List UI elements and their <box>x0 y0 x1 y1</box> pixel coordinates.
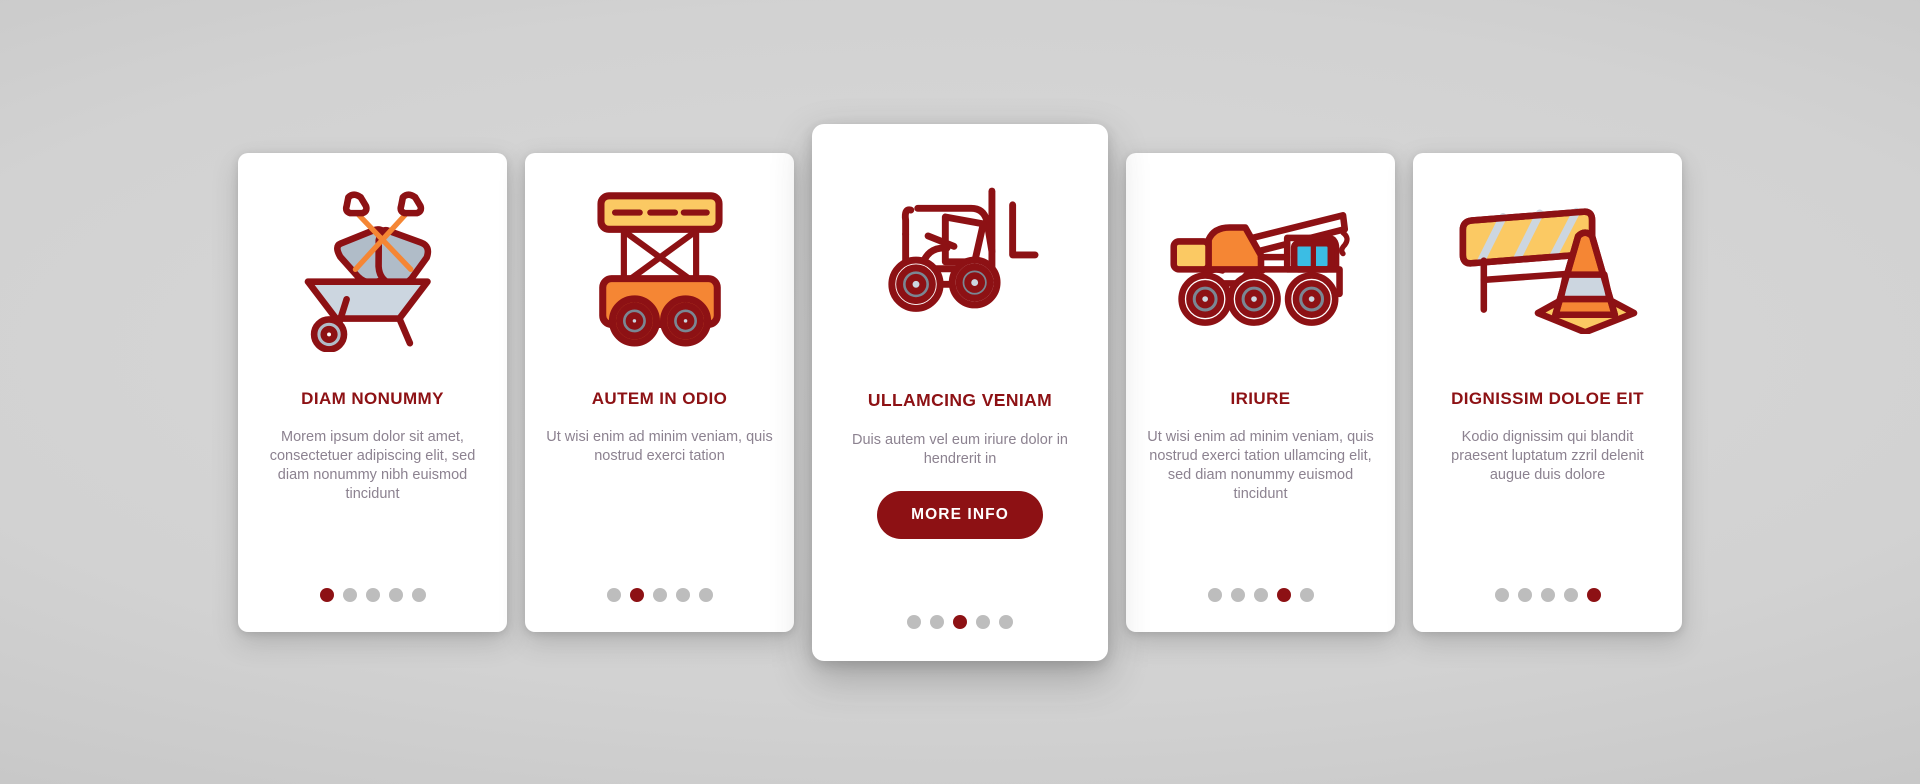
crane-truck-icon <box>1144 153 1377 385</box>
pagination-dot[interactable] <box>365 587 380 602</box>
pagination-dot[interactable] <box>1299 587 1314 602</box>
pagination-dot-active[interactable] <box>953 614 967 629</box>
onboarding-card-row: DIAM NONUMMY Morem ipsum dolor sit amet, … <box>0 0 1920 784</box>
wheelbarrow-shovels-icon <box>256 153 489 385</box>
pagination-dot[interactable] <box>652 587 667 602</box>
card-body-text: Ut wisi enim ad minim veniam, quis nostr… <box>546 428 773 465</box>
pagination-dot[interactable] <box>698 587 713 602</box>
pagination-dots <box>1413 587 1682 602</box>
card-title: IRIURE <box>1230 388 1291 408</box>
pagination-dot-active[interactable] <box>319 587 334 602</box>
pagination-dot-active[interactable] <box>629 587 644 602</box>
card-body-text: Kodio dignissim qui blandit praesent lup… <box>1451 428 1644 484</box>
more-info-button[interactable]: MORE INFO <box>877 490 1043 539</box>
onboarding-card: AUTEM IN ODIO Ut wisi enim ad minim venia… <box>525 152 794 632</box>
card-title: DIAM NONUMMY <box>301 388 444 408</box>
card-title: DIGNISSIM DOLOE EIT <box>1451 388 1644 408</box>
pagination-dots <box>238 587 507 602</box>
pagination-dot[interactable] <box>342 587 357 602</box>
pagination-dots <box>525 587 794 602</box>
pagination-dots <box>1126 587 1395 602</box>
card-title: ULLAMCING VENIAM <box>867 389 1053 410</box>
pagination-dot[interactable] <box>907 614 921 629</box>
pagination-dot[interactable] <box>388 587 403 602</box>
card-body-text: Morem ipsum dolor sit amet, consectetuer… <box>269 428 476 503</box>
onboarding-card: ULLAMCING VENIAM Duis autem vel eum iriur… <box>812 123 1108 661</box>
pagination-dot[interactable] <box>1540 587 1555 602</box>
pagination-dot[interactable] <box>976 614 990 629</box>
scissor-lift-icon <box>543 153 776 385</box>
onboarding-card: DIGNISSIM DOLOE EIT Kodio dignissim qui b… <box>1413 152 1682 632</box>
onboarding-card: IRIURE Ut wisi enim ad minim veniam, quis… <box>1126 152 1395 632</box>
pagination-dot[interactable] <box>606 587 621 602</box>
pagination-dot-active[interactable] <box>1586 587 1601 602</box>
card-title: AUTEM IN ODIO <box>591 388 728 408</box>
pagination-dot[interactable] <box>1253 587 1268 602</box>
pagination-dot[interactable] <box>1517 587 1532 602</box>
card-body-text: Duis autem vel eum iriure dolor in hendr… <box>852 431 1068 467</box>
pagination-dots <box>812 614 1108 629</box>
onboarding-card: DIAM NONUMMY Morem ipsum dolor sit amet, … <box>238 152 507 632</box>
pagination-dot[interactable] <box>1230 587 1245 602</box>
pagination-dot[interactable] <box>930 614 944 629</box>
pagination-dot[interactable] <box>675 587 690 602</box>
pagination-dot[interactable] <box>999 614 1013 629</box>
pagination-dot[interactable] <box>1207 587 1222 602</box>
pagination-dot-active[interactable] <box>1276 587 1291 602</box>
forklift-icon <box>830 124 1090 386</box>
barrier-cone-icon <box>1431 153 1664 385</box>
card-body-text: Ut wisi enim ad minim veniam, quis nostr… <box>1147 428 1374 503</box>
pagination-dot[interactable] <box>1563 587 1578 602</box>
pagination-dot[interactable] <box>411 587 426 602</box>
pagination-dot[interactable] <box>1494 587 1509 602</box>
